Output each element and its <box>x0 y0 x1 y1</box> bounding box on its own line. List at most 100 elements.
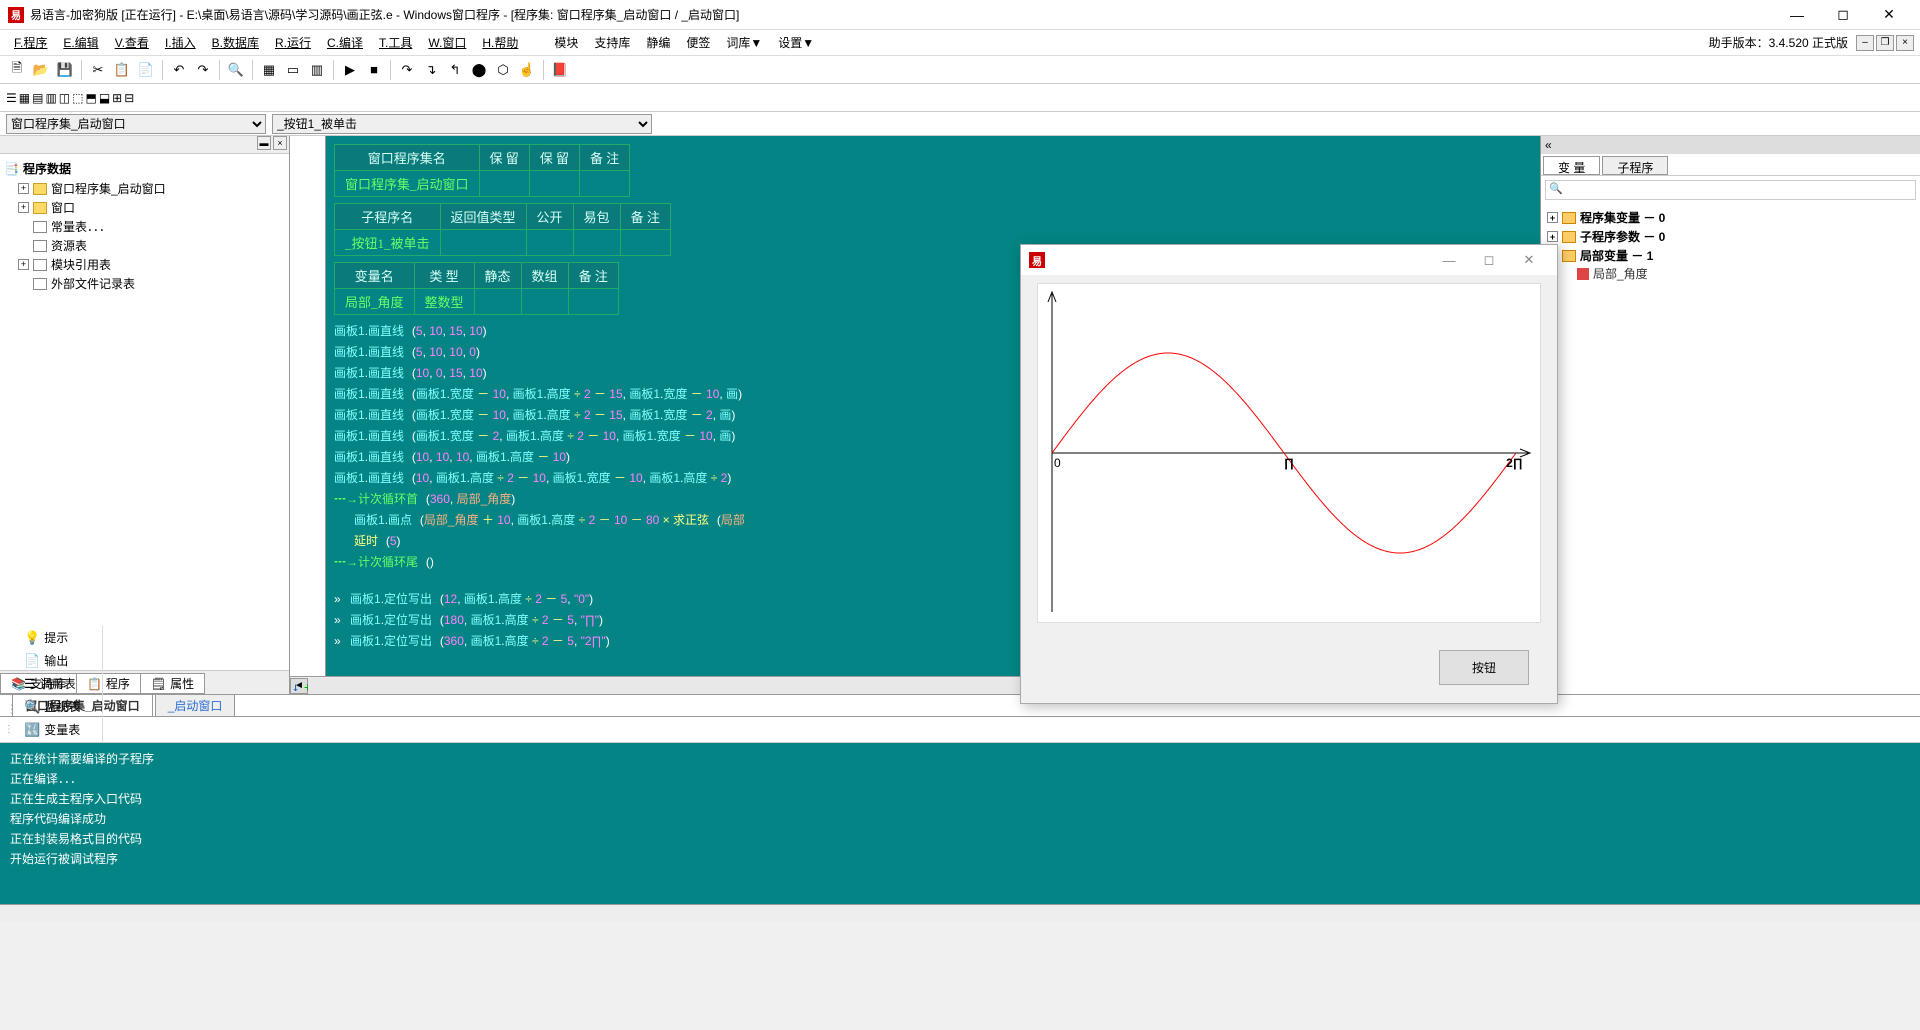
tool-c-icon[interactable]: ▤ <box>32 91 43 105</box>
output-tab-2[interactable]: ☰调用表 <box>14 672 103 695</box>
breakpoint-icon[interactable]: ⬤ <box>468 59 490 81</box>
layout1-icon[interactable]: ▦ <box>258 59 280 81</box>
tree-root[interactable]: 📑 程序数据 <box>4 158 285 179</box>
undo-icon[interactable]: ↶ <box>168 59 190 81</box>
clear-bp-icon[interactable]: ⬡ <box>492 59 514 81</box>
tree-item[interactable]: +模块引用表 <box>4 255 285 274</box>
redo-icon[interactable]: ↷ <box>192 59 214 81</box>
window-close-button[interactable]: ✕ <box>1866 0 1912 30</box>
layout3-icon[interactable]: ▥ <box>306 59 328 81</box>
tree-item[interactable]: 外部文件记录表 <box>4 274 285 293</box>
step-over-icon[interactable]: ↷ <box>396 59 418 81</box>
runtime-close-button[interactable]: ✕ <box>1509 246 1549 274</box>
left-tab-properties[interactable]: 🗒属性 <box>140 673 205 694</box>
window-min-button[interactable]: — <box>1774 0 1820 30</box>
output-hscrollbar[interactable] <box>0 904 1920 922</box>
panel-pin-icon[interactable]: ▬ <box>257 136 271 150</box>
menu-support-lib[interactable]: 支持库 <box>586 31 638 54</box>
run-icon[interactable]: ▶ <box>339 59 361 81</box>
step-into-icon[interactable]: ↴ <box>420 59 442 81</box>
draw-button[interactable]: 按钮 <box>1439 650 1529 685</box>
tool-a-icon[interactable]: ☰ <box>6 91 17 105</box>
stop-icon[interactable]: ■ <box>363 59 385 81</box>
menu-database[interactable]: B.数据库 <box>204 31 267 54</box>
tool-g-icon[interactable]: ⬒ <box>85 91 96 105</box>
menu-static-compile[interactable]: 静编 <box>638 31 678 54</box>
panel-close-icon[interactable]: × <box>273 136 287 150</box>
menu-compile[interactable]: C.编译 <box>319 31 371 54</box>
step-out-icon[interactable]: ↰ <box>444 59 466 81</box>
output-tab-4[interactable]: 🔣变量表 <box>14 718 103 741</box>
tool-d-icon[interactable]: ▥ <box>45 91 56 105</box>
variable-search-input[interactable] <box>1545 180 1916 200</box>
cut-icon[interactable]: ✂ <box>87 59 109 81</box>
output-tab-1[interactable]: 📄输出 <box>14 649 103 672</box>
find-icon[interactable]: 🔍 <box>225 59 247 81</box>
tool-j-icon[interactable]: ⊟ <box>124 91 134 105</box>
paste-icon[interactable]: 📄 <box>135 59 157 81</box>
menu-settings[interactable]: 设置▼ <box>770 31 822 54</box>
right-tab-variables[interactable]: 变 量 <box>1543 156 1600 175</box>
runtime-min-button[interactable]: — <box>1429 246 1469 274</box>
menu-help[interactable]: H.帮助 <box>474 31 526 54</box>
tree-item[interactable]: 资源表 <box>4 236 285 255</box>
tool-i-icon[interactable]: ⊞ <box>112 91 122 105</box>
save-file-icon[interactable]: 💾 <box>54 59 76 81</box>
svg-text:0: 0 <box>1054 456 1061 470</box>
book-icon[interactable]: 📕 <box>549 59 571 81</box>
tree-item[interactable]: 常量表．．． <box>4 217 285 236</box>
subroutine-select[interactable]: _按钮1_被单击 <box>272 114 652 134</box>
open-file-icon[interactable]: 📂 <box>30 59 52 81</box>
tree-item[interactable]: +窗口程序集_启动窗口 <box>4 179 285 198</box>
menu-edit[interactable]: E.编辑 <box>55 31 106 54</box>
menu-dictionary[interactable]: 词库▼ <box>718 31 770 54</box>
menu-window[interactable]: W.窗口 <box>420 31 474 54</box>
props-icon: 🗒 <box>151 677 166 691</box>
runtime-max-button[interactable]: ◻ <box>1469 246 1509 274</box>
tool-h-icon[interactable]: ⬓ <box>99 91 110 105</box>
editor-tab-window[interactable]: _启动窗口 <box>155 694 236 716</box>
output-log[interactable]: 正在统计需要编译的子程序正在编译．．．正在生成主程序入口代码程序代码编译成功正在… <box>0 743 1920 904</box>
runtime-titlebar[interactable]: 易 — ◻ ✕ <box>1021 245 1557 275</box>
menubar: F.程序 E.编辑 V.查看 I.插入 B.数据库 R.运行 C.编译 T.工具… <box>0 30 1920 56</box>
tool-b-icon[interactable]: ▦ <box>19 91 30 105</box>
variable-tree[interactable]: +程序集变量 － 0+子程序参数 － 0-局部变量 － 1 局部_角度 <box>1541 204 1920 286</box>
tool-f-icon[interactable]: ⬚ <box>72 91 83 105</box>
assembly-select[interactable]: 窗口程序集_启动窗口 <box>6 114 266 134</box>
var-category[interactable]: +程序集变量 － 0 <box>1547 208 1914 227</box>
menu-program[interactable]: F.程序 <box>6 31 55 54</box>
toolbar-main: 🗎 📂 💾 ✂ 📋 📄 ↶ ↷ 🔍 ▦ ▭ ▥ ▶ ■ ↷ ↴ ↰ ⬤ ⬡ ☝ … <box>0 56 1920 84</box>
variable-item[interactable]: 局部_角度 <box>1547 265 1914 282</box>
collapse-icon[interactable]: « <box>1545 138 1552 152</box>
tool-e-icon[interactable]: ◫ <box>59 91 70 105</box>
menu-tools[interactable]: T.工具 <box>371 31 420 54</box>
layout2-icon[interactable]: ▭ <box>282 59 304 81</box>
left-panel: ▬ × 📑 程序数据 +窗口程序集_启动窗口+窗口常量表．．．资源表+模块引用表… <box>0 136 290 694</box>
editor-gutter: ↓ + » <box>290 136 326 676</box>
app-icon: 易 <box>8 7 24 23</box>
right-tab-subroutines[interactable]: 子程序 <box>1602 156 1668 175</box>
menu-module[interactable]: 模块 <box>546 31 586 54</box>
tree-item[interactable]: +窗口 <box>4 198 285 217</box>
menu-notes[interactable]: 便签 <box>678 31 718 54</box>
menu-insert[interactable]: I.插入 <box>157 31 204 54</box>
window-max-button[interactable]: ◻ <box>1820 0 1866 30</box>
runtime-window[interactable]: 易 — ◻ ✕ 0 ∏ 2∏ 按钮 <box>1020 244 1558 704</box>
var-category[interactable]: +子程序参数 － 0 <box>1547 227 1914 246</box>
output-tab-3[interactable]: 🔍监视表 <box>14 695 103 718</box>
right-panel: « 变 量 子程序 +程序集变量 － 0+子程序参数 － 0-局部变量 － 1 … <box>1540 136 1920 694</box>
output-tab-0[interactable]: 💡提示 <box>14 626 103 649</box>
svg-text:∏: ∏ <box>1284 456 1294 470</box>
menu-run[interactable]: R.运行 <box>267 31 319 54</box>
helper-version: 助手版本：3.4.520 正式版 <box>1703 34 1854 51</box>
mdi-close-button[interactable]: × <box>1896 35 1914 51</box>
grip-icon[interactable]: ⋮ <box>4 724 14 735</box>
mdi-min-button[interactable]: – <box>1856 35 1874 51</box>
new-file-icon[interactable]: 🗎 <box>6 59 28 81</box>
copy-icon[interactable]: 📋 <box>111 59 133 81</box>
var-category[interactable]: -局部变量 － 1 <box>1547 246 1914 265</box>
program-tree[interactable]: 📑 程序数据 +窗口程序集_启动窗口+窗口常量表．．．资源表+模块引用表外部文件… <box>0 154 289 670</box>
mdi-restore-button[interactable]: ❐ <box>1876 35 1894 51</box>
menu-view[interactable]: V.查看 <box>107 31 157 54</box>
cursor-icon[interactable]: ☝ <box>516 59 538 81</box>
